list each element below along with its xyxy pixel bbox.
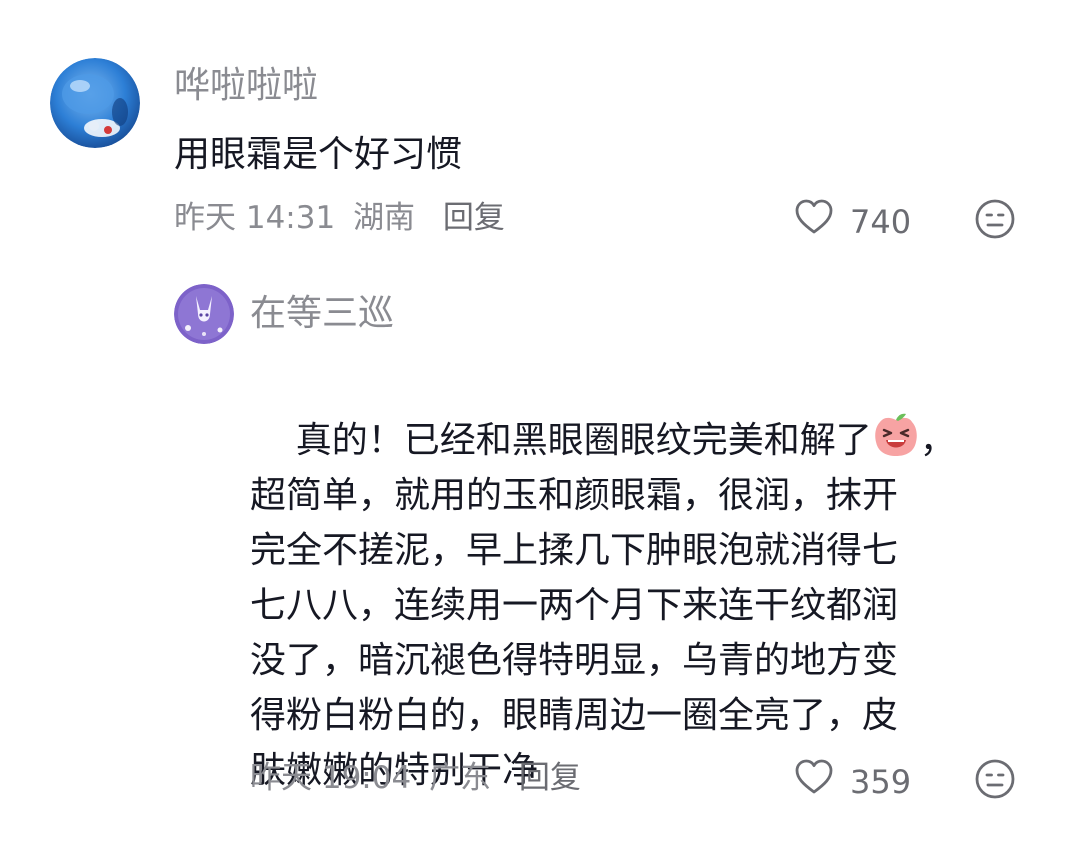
- laughing-peach-emoji: [872, 412, 920, 458]
- avatar[interactable]: [174, 284, 234, 344]
- comment-location: 广东: [429, 760, 492, 796]
- smiley-face-icon[interactable]: [974, 198, 1016, 244]
- username[interactable]: 哗啦啦啦: [174, 66, 318, 106]
- like-button[interactable]: 740: [794, 198, 911, 245]
- comment-text-comma: ，: [919, 420, 956, 461]
- reply-comment-item: 在等三巡 真的！已经和黑眼圈眼纹完美和解了 ， 超简单，就用的玉和颜眼霜，很润，抹…: [0, 260, 1080, 844]
- comment-item: 哗啦啦啦 用眼霜是个好习惯 昨天 14:31 湖南 回复 740: [0, 0, 1080, 260]
- heart-outline-icon: [794, 758, 834, 805]
- comment-text: 用眼霜是个好习惯: [174, 134, 463, 175]
- reply-button[interactable]: 回复: [443, 200, 505, 236]
- comment-time: 昨天 14:31: [174, 200, 336, 236]
- comment-text-rest: 超简单，就用的玉和颜眼霜，很润，抹开 完全不搓泥，早上揉几下肿眼泡就消得七 七八…: [250, 475, 899, 791]
- reply-button[interactable]: 回复: [519, 760, 581, 796]
- heart-outline-icon: [794, 198, 834, 245]
- like-button[interactable]: 359: [794, 758, 911, 805]
- like-count: 359: [850, 762, 912, 801]
- comment-text-start: 真的！已经和黑眼圈眼纹完美和解了: [295, 420, 872, 461]
- comment-meta: 昨天 14:31 湖南 回复: [174, 200, 505, 236]
- like-count: 740: [850, 202, 912, 241]
- comment-meta: 昨天 19:04 广东 回复: [250, 760, 581, 796]
- username[interactable]: 在等三巡: [250, 294, 394, 334]
- smiley-face-icon[interactable]: [974, 758, 1016, 804]
- comment-location: 湖南: [353, 200, 416, 236]
- avatar[interactable]: [50, 58, 140, 148]
- comment-time: 昨天 19:04: [250, 760, 412, 796]
